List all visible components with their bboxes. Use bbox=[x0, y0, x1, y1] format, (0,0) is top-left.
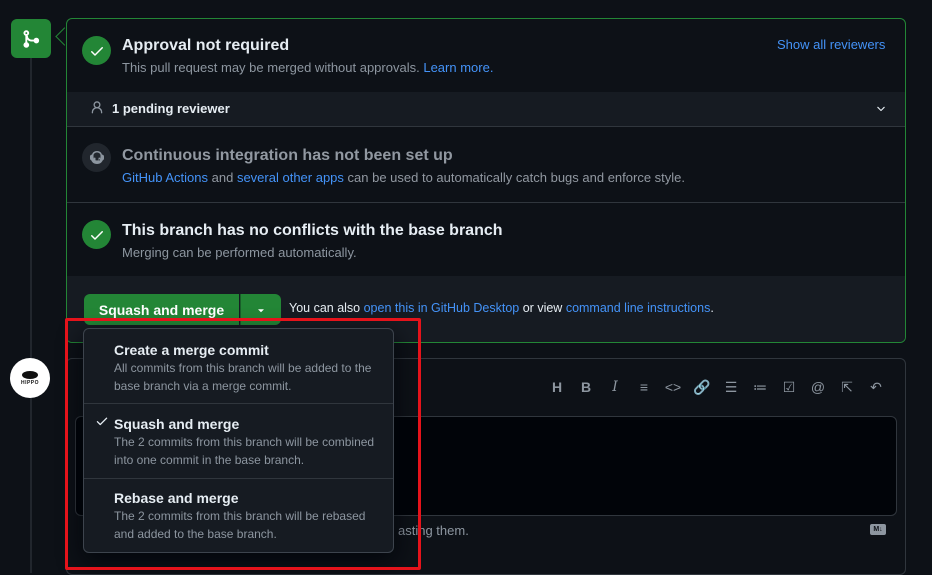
git-merge-icon bbox=[23, 29, 40, 48]
conflicts-title: This branch has no conflicts with the ba… bbox=[122, 222, 503, 239]
reply-icon[interactable]: ↶ bbox=[867, 378, 885, 396]
merge-box: Approval not required This pull request … bbox=[66, 18, 906, 343]
mention-icon[interactable]: @ bbox=[809, 378, 827, 396]
avatar-text: HIPPO bbox=[20, 380, 40, 386]
heading-icon[interactable]: H bbox=[548, 378, 566, 396]
learn-more-link[interactable]: Learn more. bbox=[423, 60, 493, 75]
chevron-down-icon[interactable] bbox=[875, 103, 887, 115]
open-desktop-link[interactable]: open this in GitHub Desktop bbox=[364, 301, 520, 315]
ci-desc: GitHub Actions and several other apps ca… bbox=[122, 170, 685, 185]
avatar[interactable]: HIPPO bbox=[10, 358, 50, 398]
robot-icon bbox=[82, 143, 111, 172]
timeline-line bbox=[30, 58, 32, 573]
pending-reviewer-label: 1 pending reviewer bbox=[112, 101, 230, 116]
approval-desc: This pull request may be merged without … bbox=[122, 60, 493, 75]
unordered-list-icon[interactable]: ☰ bbox=[722, 378, 740, 396]
triangle-down-icon bbox=[258, 308, 264, 312]
github-actions-link[interactable]: GitHub Actions bbox=[122, 170, 208, 185]
link-icon[interactable]: 🔗 bbox=[693, 378, 711, 396]
approval-title: Approval not required bbox=[122, 37, 290, 54]
highlight-frame bbox=[65, 318, 421, 570]
italic-icon[interactable]: I bbox=[606, 378, 624, 396]
also-text: You can also bbox=[289, 301, 361, 315]
code-icon[interactable]: <> bbox=[664, 378, 682, 396]
person-icon bbox=[91, 101, 103, 114]
conflicts-desc: Merging can be performed automatically. bbox=[122, 245, 357, 260]
hippo-icon bbox=[22, 371, 38, 379]
cross-reference-icon[interactable]: ⇱ bbox=[838, 378, 856, 396]
bold-icon[interactable]: B bbox=[577, 378, 595, 396]
period-text: . bbox=[710, 301, 714, 315]
cli-instructions-link[interactable]: command line instructions bbox=[566, 301, 711, 315]
show-all-reviewers-link[interactable]: Show all reviewers bbox=[777, 37, 885, 52]
other-apps-link[interactable]: several other apps bbox=[237, 170, 344, 185]
task-list-icon[interactable]: ☑ bbox=[780, 378, 798, 396]
approval-desc-text: This pull request may be merged without … bbox=[122, 60, 420, 75]
ci-section: Continuous integration has not been set … bbox=[67, 126, 905, 203]
approval-section: Approval not required This pull request … bbox=[67, 19, 905, 93]
quote-icon[interactable]: ≡ bbox=[635, 378, 653, 396]
merge-alt-text: You can also open this in GitHub Desktop… bbox=[289, 301, 714, 315]
ci-title: Continuous integration has not been set … bbox=[122, 147, 453, 164]
check-circle-icon bbox=[82, 220, 111, 249]
ci-desc-and: and bbox=[211, 170, 234, 185]
or-view-text: or view bbox=[522, 301, 563, 315]
merge-status-badge bbox=[11, 19, 51, 58]
ordered-list-icon[interactable]: ≔ bbox=[751, 378, 769, 396]
ci-desc-rest: can be used to automatically catch bugs … bbox=[347, 170, 686, 185]
pending-reviewer-row[interactable]: 1 pending reviewer bbox=[67, 92, 905, 127]
conflicts-section: This branch has no conflicts with the ba… bbox=[67, 202, 905, 277]
markdown-icon: M↓ bbox=[870, 524, 886, 535]
check-circle-icon bbox=[82, 36, 111, 65]
